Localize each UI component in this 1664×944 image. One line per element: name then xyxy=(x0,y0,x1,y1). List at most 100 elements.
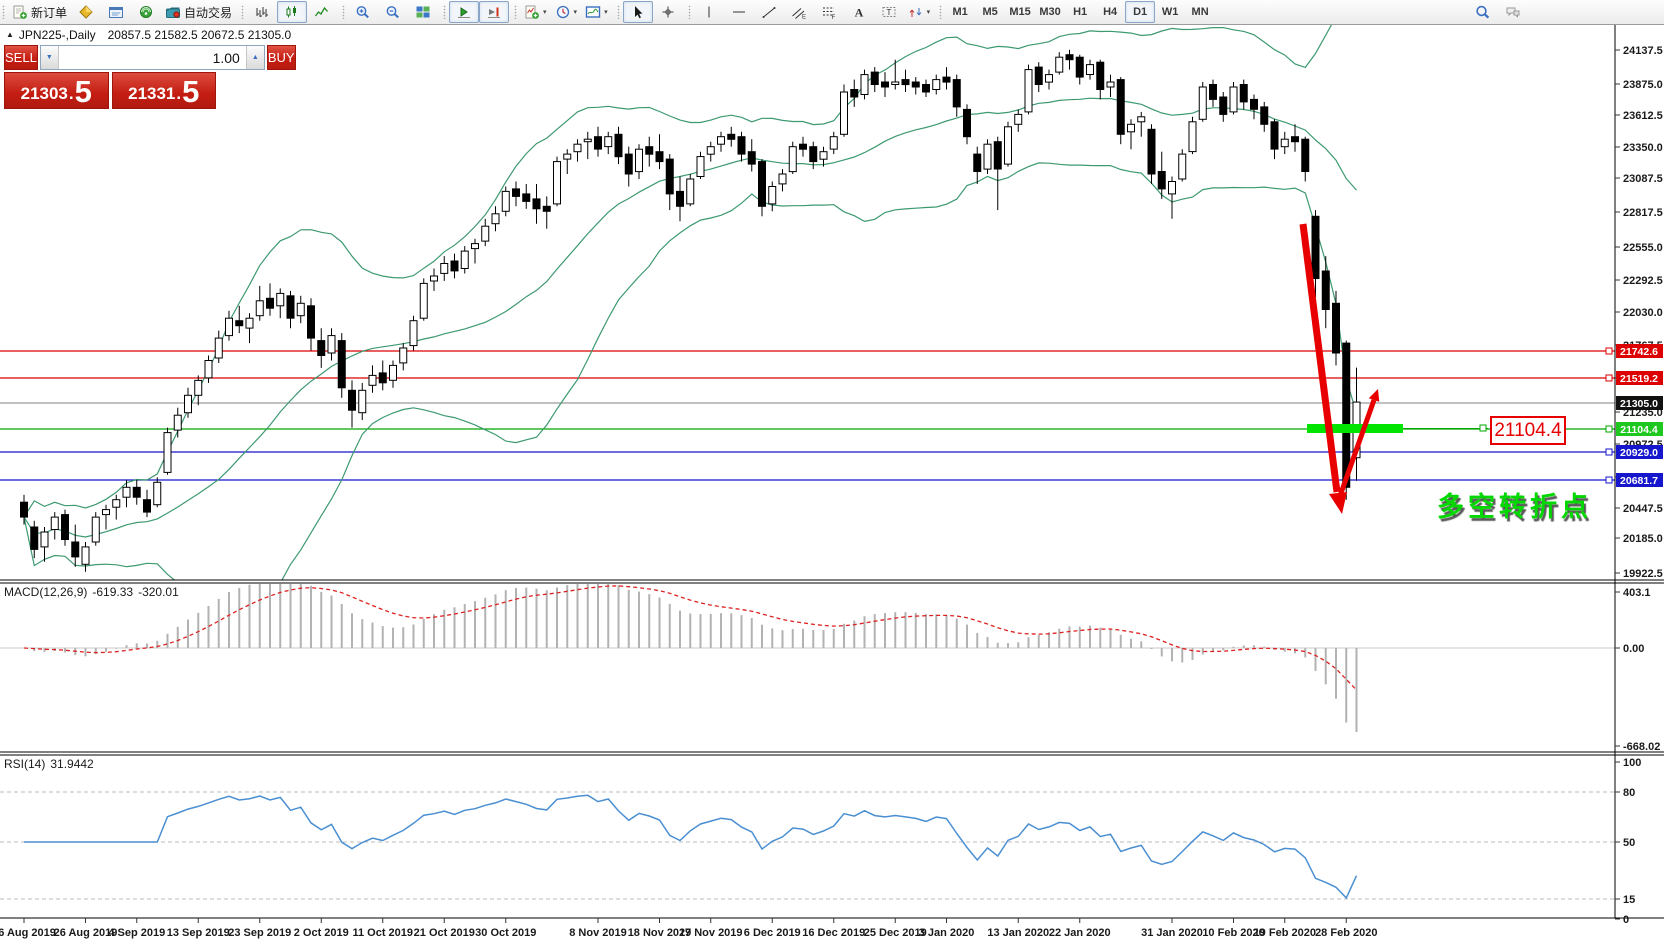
timeframe-m30[interactable]: M30 xyxy=(1035,1,1065,23)
timeframe-m5-label: M5 xyxy=(982,6,997,18)
svg-text:21 Oct 2019: 21 Oct 2019 xyxy=(414,927,475,939)
buy-button[interactable]: BUY xyxy=(267,45,296,70)
svg-text:2 Oct 2019: 2 Oct 2019 xyxy=(294,927,349,939)
fibonacci-button[interactable]: F xyxy=(814,1,844,23)
line-chart-button[interactable] xyxy=(307,1,337,23)
level-price-annotation[interactable]: 21104.4 xyxy=(1490,416,1566,445)
indicators-button[interactable]: ▾ xyxy=(520,1,551,23)
candles-icon xyxy=(284,4,300,20)
timeframe-d1[interactable]: D1 xyxy=(1125,1,1155,23)
dropdown-caret-icon[interactable]: ▾ xyxy=(543,8,547,16)
svg-text:13 Sep 2019: 13 Sep 2019 xyxy=(167,927,230,939)
navigator-button[interactable] xyxy=(131,1,161,23)
svg-text:20185.0: 20185.0 xyxy=(1623,533,1663,545)
buy-price-display[interactable]: 21331.5 xyxy=(112,72,217,109)
svg-text:23350.0: 23350.0 xyxy=(1623,142,1663,154)
svg-text:F: F xyxy=(831,15,835,20)
price-chart-svg[interactable]: 24137.523875.023612.523350.023087.522817… xyxy=(0,0,1664,944)
timeframe-h1-label: H1 xyxy=(1073,6,1087,18)
text-label-button[interactable]: T xyxy=(874,1,904,23)
volume-increase-button[interactable]: ▲ xyxy=(246,46,264,69)
timeframe-w1-label: W1 xyxy=(1162,6,1179,18)
zoom-out-icon xyxy=(385,4,401,20)
new-order-button[interactable]: 新订单 xyxy=(8,1,71,23)
svg-text:6 Dec 2019: 6 Dec 2019 xyxy=(744,927,801,939)
one-click-trading-panel: SELL ▼ ▲ BUY 21303.5 21331.5 xyxy=(4,45,216,109)
tile-windows-button[interactable] xyxy=(408,1,438,23)
timeframe-h4-label: H4 xyxy=(1103,6,1117,18)
timeframe-d1-label: D1 xyxy=(1133,6,1147,18)
vertical-line-button[interactable] xyxy=(694,1,724,23)
dropdown-caret-icon[interactable]: ▾ xyxy=(574,8,578,16)
timeframe-m15-label: M15 xyxy=(1009,6,1030,18)
trendline-button[interactable] xyxy=(754,1,784,23)
timeframe-m1[interactable]: M1 xyxy=(945,1,975,23)
toolbar-group-timeframes: M1 M5 M15 M30 H1 H4 D1 W1 MN xyxy=(937,0,1218,24)
volume-input[interactable] xyxy=(59,46,246,69)
toolbar-group-insert: ▾ ▾ ▾ xyxy=(512,0,615,24)
text-icon: A xyxy=(851,4,867,20)
timeframe-w1[interactable]: W1 xyxy=(1155,1,1185,23)
data-window-icon xyxy=(108,4,124,20)
timeframe-h4[interactable]: H4 xyxy=(1095,1,1125,23)
timeframe-m5[interactable]: M5 xyxy=(975,1,1005,23)
chart-symbol-period: JPN225-,Daily xyxy=(19,28,96,42)
collapse-panel-icon[interactable]: ▲ xyxy=(6,30,14,39)
dropdown-caret-icon[interactable]: ▾ xyxy=(927,8,931,16)
candlestick-chart-button[interactable] xyxy=(277,1,307,23)
sell-price-display[interactable]: 21303.5 xyxy=(4,72,109,109)
clock-icon xyxy=(555,4,571,20)
auto-scroll-icon xyxy=(456,4,472,20)
toolbar-group-trade: 新订单 自动交易 xyxy=(0,0,239,24)
toolbar-group-objects: E F AT ▾ xyxy=(686,0,938,24)
sell-button[interactable]: SELL xyxy=(4,45,38,70)
arrows-button[interactable]: ▾ xyxy=(904,1,935,23)
horizontal-line-button[interactable] xyxy=(724,1,754,23)
zoom-in-button[interactable] xyxy=(348,1,378,23)
svg-text:22 Jan 2020: 22 Jan 2020 xyxy=(1049,927,1111,939)
macd-signal-value: -320.01 xyxy=(138,585,179,599)
svg-text:8 Nov 2019: 8 Nov 2019 xyxy=(569,927,626,939)
text-button[interactable]: A xyxy=(844,1,874,23)
market-watch-button[interactable] xyxy=(71,1,101,23)
svg-text:A: A xyxy=(854,6,863,20)
svg-text:20929.0: 20929.0 xyxy=(1620,447,1658,459)
auto-scroll-button[interactable] xyxy=(449,1,479,23)
timeframe-mn[interactable]: MN xyxy=(1185,1,1215,23)
macd-value: -619.33 xyxy=(92,585,133,599)
timeframe-m15[interactable]: M15 xyxy=(1005,1,1035,23)
indicators-icon xyxy=(524,4,540,20)
volume-decrease-button[interactable]: ▼ xyxy=(41,46,59,69)
turning-point-annotation: 多空转折点 xyxy=(1437,485,1592,524)
dropdown-caret-icon[interactable]: ▾ xyxy=(604,8,608,16)
crosshair-button[interactable] xyxy=(653,1,683,23)
toolbar: 新订单 自动交易 ▾ ▾ ▾ E F AT ▾ M1 M5 M15 M30 H1 H4 D1 W1 MN xyxy=(0,0,1664,25)
search-button[interactable] xyxy=(1468,1,1498,23)
navigator-icon xyxy=(138,4,154,20)
svg-text:22817.5: 22817.5 xyxy=(1623,207,1663,219)
chart-shift-button[interactable] xyxy=(479,1,509,23)
buy-price-main: 21331 xyxy=(128,81,175,107)
template-icon xyxy=(585,4,601,20)
bar-chart-button[interactable] xyxy=(247,1,277,23)
cursor-button[interactable] xyxy=(623,1,653,23)
periods-button[interactable]: ▾ xyxy=(551,1,582,23)
equidistant-channel-button[interactable]: E xyxy=(784,1,814,23)
cursor-icon xyxy=(630,4,646,20)
svg-text:21305.0: 21305.0 xyxy=(1620,398,1658,410)
autotrading-button[interactable]: 自动交易 xyxy=(161,1,236,23)
toolbar-group-zoom xyxy=(340,0,441,24)
new-order-button-label: 新订单 xyxy=(31,4,67,21)
svg-text:16 Aug 2019: 16 Aug 2019 xyxy=(0,927,56,939)
templates-button[interactable]: ▾ xyxy=(581,1,612,23)
zoom-out-button[interactable] xyxy=(378,1,408,23)
timeframe-h1[interactable]: H1 xyxy=(1065,1,1095,23)
timeframe-m30-label: M30 xyxy=(1039,6,1060,18)
sell-price-main: 21303 xyxy=(21,81,68,107)
arrows-icon xyxy=(908,4,924,20)
svg-text:25 Dec 2019: 25 Dec 2019 xyxy=(864,927,927,939)
channel-icon: E xyxy=(791,4,807,20)
volume-stepper: ▼ ▲ xyxy=(40,45,265,70)
community-button[interactable] xyxy=(1498,1,1528,23)
data-window-button[interactable] xyxy=(101,1,131,23)
